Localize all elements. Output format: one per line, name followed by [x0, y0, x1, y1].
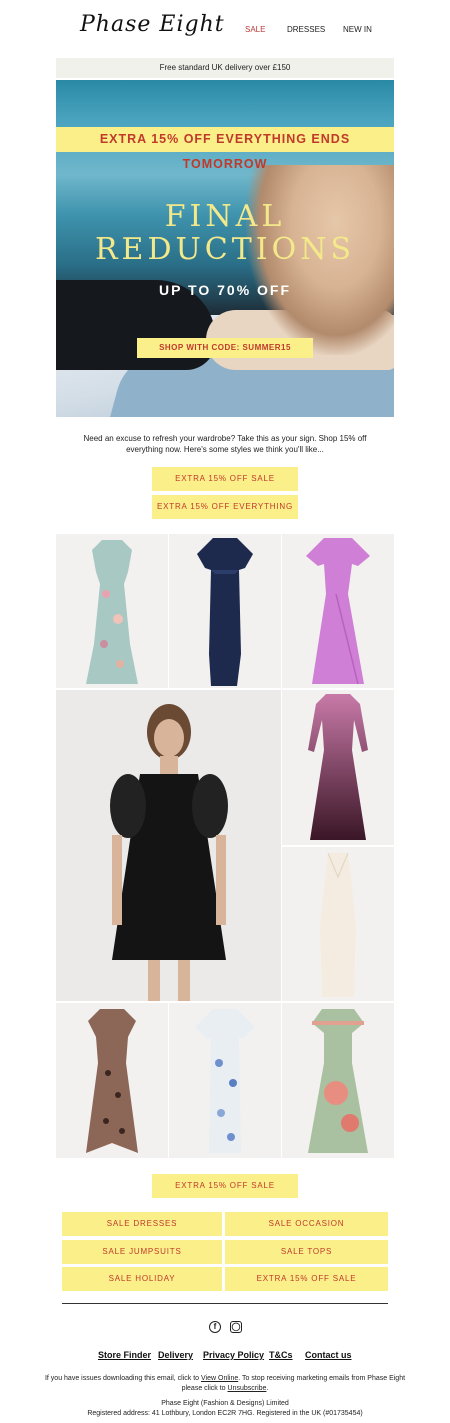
view-online-link[interactable]: View Online — [201, 1375, 238, 1382]
nav-new-in[interactable]: NEW IN — [343, 25, 372, 34]
extra-15-off-everything-button[interactable]: EXTRA 15% OFF EVERYTHING — [152, 495, 298, 519]
dress-image — [197, 538, 253, 686]
shop-code-button[interactable]: SHOP WITH CODE: SUMMER15 — [137, 338, 313, 358]
footer-issues-pre: If you have issues downloading this emai… — [44, 1375, 200, 1382]
footer-link-delivery[interactable]: Delivery — [158, 1350, 193, 1360]
dress-image — [195, 1009, 255, 1153]
footer-issues-text: If you have issues downloading this emai… — [44, 1375, 406, 1392]
dress-image — [320, 852, 356, 997]
product-leopard-print-dress[interactable] — [56, 1003, 168, 1158]
email-page: Phase Eight SALE DRESSES NEW IN Free sta… — [0, 0, 450, 1423]
facebook-icon[interactable]: f — [209, 1321, 221, 1333]
brand-logo[interactable]: Phase Eight — [80, 12, 225, 37]
delivery-bar: Free standard UK delivery over £150 — [56, 58, 394, 78]
sale-jumpsuits-button[interactable]: SALE JUMPSUITS — [62, 1240, 222, 1264]
unsubscribe-link[interactable]: Unsubscribe — [228, 1385, 267, 1392]
hero-headline: FINAL REDUCTIONS — [56, 200, 394, 266]
extra-15-off-sale-button[interactable]: EXTRA 15% OFF SALE — [152, 467, 298, 491]
intro-text: Need an excuse to refresh your wardrobe?… — [83, 434, 367, 454]
product-sage-floral-dress[interactable] — [282, 1003, 394, 1158]
dress-image — [308, 694, 368, 840]
nav-dresses[interactable]: DRESSES — [287, 25, 325, 34]
sale-tops-button[interactable]: SALE TOPS — [225, 1240, 388, 1264]
product-navy-sequin-dress[interactable] — [169, 534, 281, 688]
sale-holiday-button[interactable]: SALE HOLIDAY — [62, 1267, 222, 1291]
product-ombre-plum-dress[interactable] — [282, 690, 394, 845]
dress-image — [86, 540, 138, 684]
footer-link-contact-us[interactable]: Contact us — [305, 1350, 352, 1360]
footer-address: Registered address: 41 Lothbury, London … — [87, 1410, 363, 1417]
extra-15-off-sale-button-bottom[interactable]: EXTRA 15% OFF SALE — [225, 1267, 388, 1291]
footer-link-privacy-policy[interactable]: Privacy Policy — [203, 1350, 264, 1360]
product-cream-jumpsuit[interactable] — [282, 847, 394, 1001]
footer-link-store-finder[interactable]: Store Finder — [98, 1350, 151, 1360]
model-image — [110, 704, 228, 1001]
nav-sale[interactable]: SALE — [245, 25, 265, 34]
hero-subhead: UP TO 70% OFF — [158, 282, 292, 298]
footer-company: Phase Eight (Fashion & Designs) Limited — [161, 1400, 289, 1407]
sale-dresses-button[interactable]: SALE DRESSES — [62, 1212, 222, 1236]
footer-divider — [62, 1303, 388, 1304]
extra-15-off-sale-button-middle[interactable]: EXTRA 15% OFF SALE — [152, 1174, 298, 1198]
product-blue-floral-shirt-dress[interactable] — [169, 1003, 281, 1158]
footer-link-terms[interactable]: T&Cs — [269, 1350, 293, 1360]
product-pink-wrap-dress[interactable] — [282, 534, 394, 688]
product-floral-blue-dress[interactable] — [56, 534, 168, 688]
instagram-icon[interactable]: ◯ — [230, 1321, 242, 1333]
hero-banner[interactable]: EXTRA 15% OFF EVERYTHING ENDS TOMORROW F… — [56, 80, 394, 417]
dress-image — [308, 1009, 368, 1153]
sale-occasion-button[interactable]: SALE OCCASION — [225, 1212, 388, 1236]
hero-headline-line2: REDUCTIONS — [94, 232, 356, 267]
hero-promo-strip[interactable]: EXTRA 15% OFF EVERYTHING ENDS TOMORROW — [56, 127, 394, 171]
product-black-puff-sleeve-dress[interactable] — [56, 690, 281, 1001]
dress-image — [86, 1009, 138, 1153]
hero-headline-line1: FINAL — [164, 199, 286, 234]
dress-image — [306, 538, 370, 685]
